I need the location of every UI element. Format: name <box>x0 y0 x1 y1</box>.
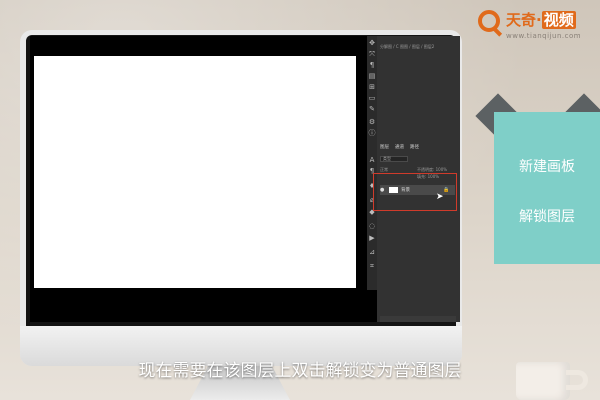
brand-url: www.tianqijun.com <box>506 32 582 40</box>
ruler-tool-icon[interactable]: ▭ <box>368 94 376 102</box>
crop-icon[interactable]: ⌗ <box>368 262 376 270</box>
transform-tool-icon[interactable]: ⤧ <box>368 50 376 58</box>
tab-layers[interactable]: 图层 <box>380 145 389 150</box>
panel-tabs: 图层 通道 路径 <box>380 144 425 150</box>
type-icon[interactable]: A <box>368 156 376 164</box>
brush-tool-icon[interactable]: ✎ <box>368 105 376 113</box>
coffee-mug <box>516 362 570 400</box>
tab-channels[interactable]: 通道 <box>395 145 404 150</box>
tab-paths[interactable]: 路径 <box>410 145 419 150</box>
brand-name: 天奇· 视频 <box>506 9 576 30</box>
brand-name-tail: 视频 <box>541 11 576 29</box>
info-icon[interactable]: ⓘ <box>368 129 376 137</box>
adjust-tool-icon[interactable]: ⊞ <box>368 83 376 91</box>
document-canvas[interactable] <box>34 56 356 288</box>
lasso-icon[interactable]: ◌ <box>368 222 376 230</box>
cursor-icon: ➤ <box>436 192 444 202</box>
brand-logo: 天奇· 视频 www.tianqijun.com <box>478 6 594 46</box>
side-card-item: 解锁图层 <box>519 209 575 225</box>
side-card: 新建画板 解锁图层 <box>494 112 600 264</box>
move-tool-icon[interactable]: ✥ <box>368 39 376 47</box>
layer-filter[interactable]: 类型 <box>380 156 408 162</box>
tools-bar: ✥ ⤧ ¶ ▤ ⊞ ▭ ✎ ⚙ ⓘ A ¶ ♦ ⌀ ◆ ◌ ▶ ⊿ ⌗ <box>367 36 377 290</box>
brand-mark-icon <box>478 10 500 32</box>
scrollbar[interactable] <box>380 316 456 322</box>
settings-tool-icon[interactable]: ⚙ <box>368 118 376 126</box>
caption-subtitle: 现在需要在该图层上双击解锁变为普通图层 <box>138 361 462 381</box>
layer-thumbnail <box>389 187 398 193</box>
coffee-mug-handle <box>566 370 588 390</box>
text-tool-icon[interactable]: ¶ <box>368 61 376 69</box>
measure-icon[interactable]: ⊿ <box>368 248 376 256</box>
brand-name-main: 天奇· <box>506 11 542 29</box>
layer-name[interactable]: 背景 <box>401 187 410 193</box>
history-text: 分解图 / C 图图 / 图层 / 图层2 <box>380 44 435 49</box>
side-card-item: 新建画板 <box>519 159 575 175</box>
play-icon[interactable]: ▶ <box>368 234 376 242</box>
document-tool-icon[interactable]: ▤ <box>368 72 376 80</box>
visibility-eye-icon[interactable]: ● <box>380 187 386 193</box>
